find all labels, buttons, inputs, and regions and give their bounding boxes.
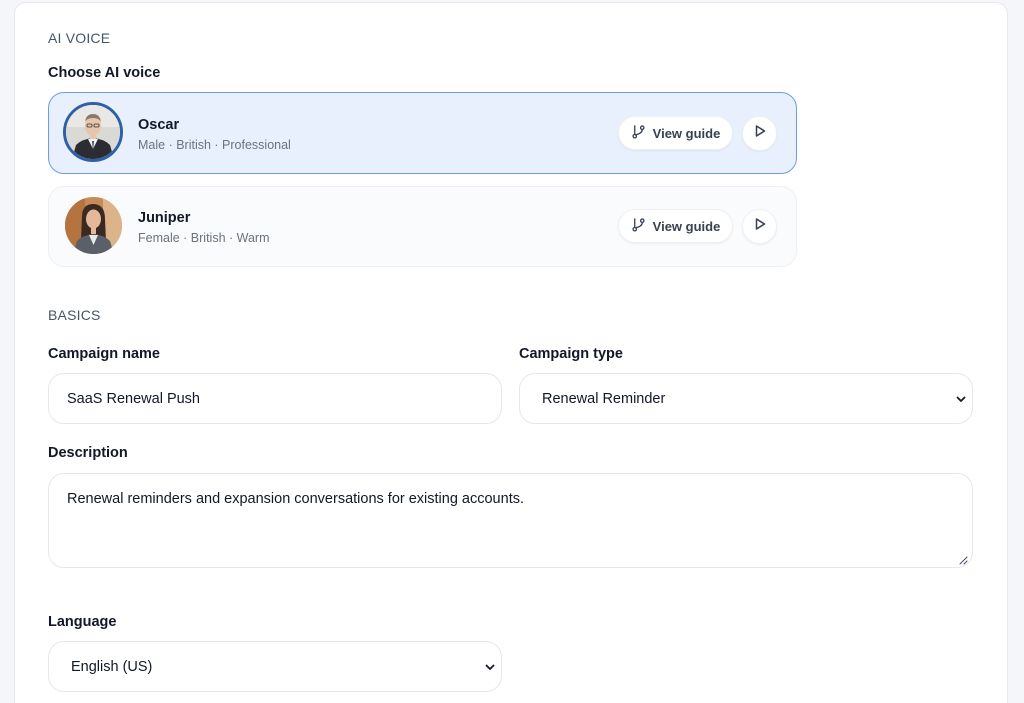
campaign-name-input[interactable]: SaaS Renewal Push bbox=[48, 373, 502, 424]
voice-name-juniper: Juniper bbox=[138, 210, 191, 226]
resize-handle-icon[interactable] bbox=[958, 553, 968, 565]
description-label: Description bbox=[48, 445, 128, 461]
campaign-type-select[interactable]: Renewal Reminder bbox=[519, 373, 973, 424]
view-guide-button-oscar[interactable]: View guide bbox=[618, 116, 733, 150]
language-value: English (US) bbox=[71, 658, 153, 675]
view-guide-label: View guide bbox=[652, 125, 721, 141]
campaign-name-value: SaaS Renewal Push bbox=[67, 390, 200, 407]
view-guide-button-juniper[interactable]: View guide bbox=[618, 209, 733, 243]
view-guide-label: View guide bbox=[652, 218, 721, 234]
basics-section-title: BASICS bbox=[48, 307, 101, 323]
choose-ai-voice-label: Choose AI voice bbox=[48, 65, 161, 81]
play-icon bbox=[753, 124, 767, 143]
chevron-down-icon bbox=[483, 660, 497, 674]
language-label: Language bbox=[48, 614, 117, 630]
chevron-down-icon bbox=[954, 392, 968, 406]
voice-option-oscar[interactable]: Oscar Male · British · Professional View… bbox=[48, 92, 797, 174]
play-icon bbox=[753, 217, 767, 236]
campaign-type-value: Renewal Reminder bbox=[542, 390, 666, 407]
voice-name-oscar: Oscar bbox=[138, 117, 180, 133]
voice-option-juniper[interactable]: Juniper Female · British · Warm View gui… bbox=[48, 186, 797, 267]
play-preview-button-juniper[interactable] bbox=[742, 209, 777, 244]
branch-icon bbox=[631, 217, 646, 235]
language-select[interactable]: English (US) bbox=[48, 641, 502, 692]
ai-voice-section-title: AI VOICE bbox=[48, 30, 111, 46]
juniper-avatar bbox=[65, 197, 122, 254]
play-preview-button-oscar[interactable] bbox=[742, 116, 777, 151]
campaign-type-label: Campaign type bbox=[519, 346, 623, 362]
description-value: Renewal reminders and expansion conversa… bbox=[67, 491, 524, 507]
branch-icon bbox=[631, 124, 646, 142]
campaign-name-label: Campaign name bbox=[48, 346, 160, 362]
description-textarea[interactable]: Renewal reminders and expansion conversa… bbox=[48, 473, 973, 568]
oscar-avatar bbox=[63, 102, 123, 162]
voice-meta-juniper: Female · British · Warm bbox=[138, 231, 270, 245]
voice-meta-oscar: Male · British · Professional bbox=[138, 138, 291, 152]
